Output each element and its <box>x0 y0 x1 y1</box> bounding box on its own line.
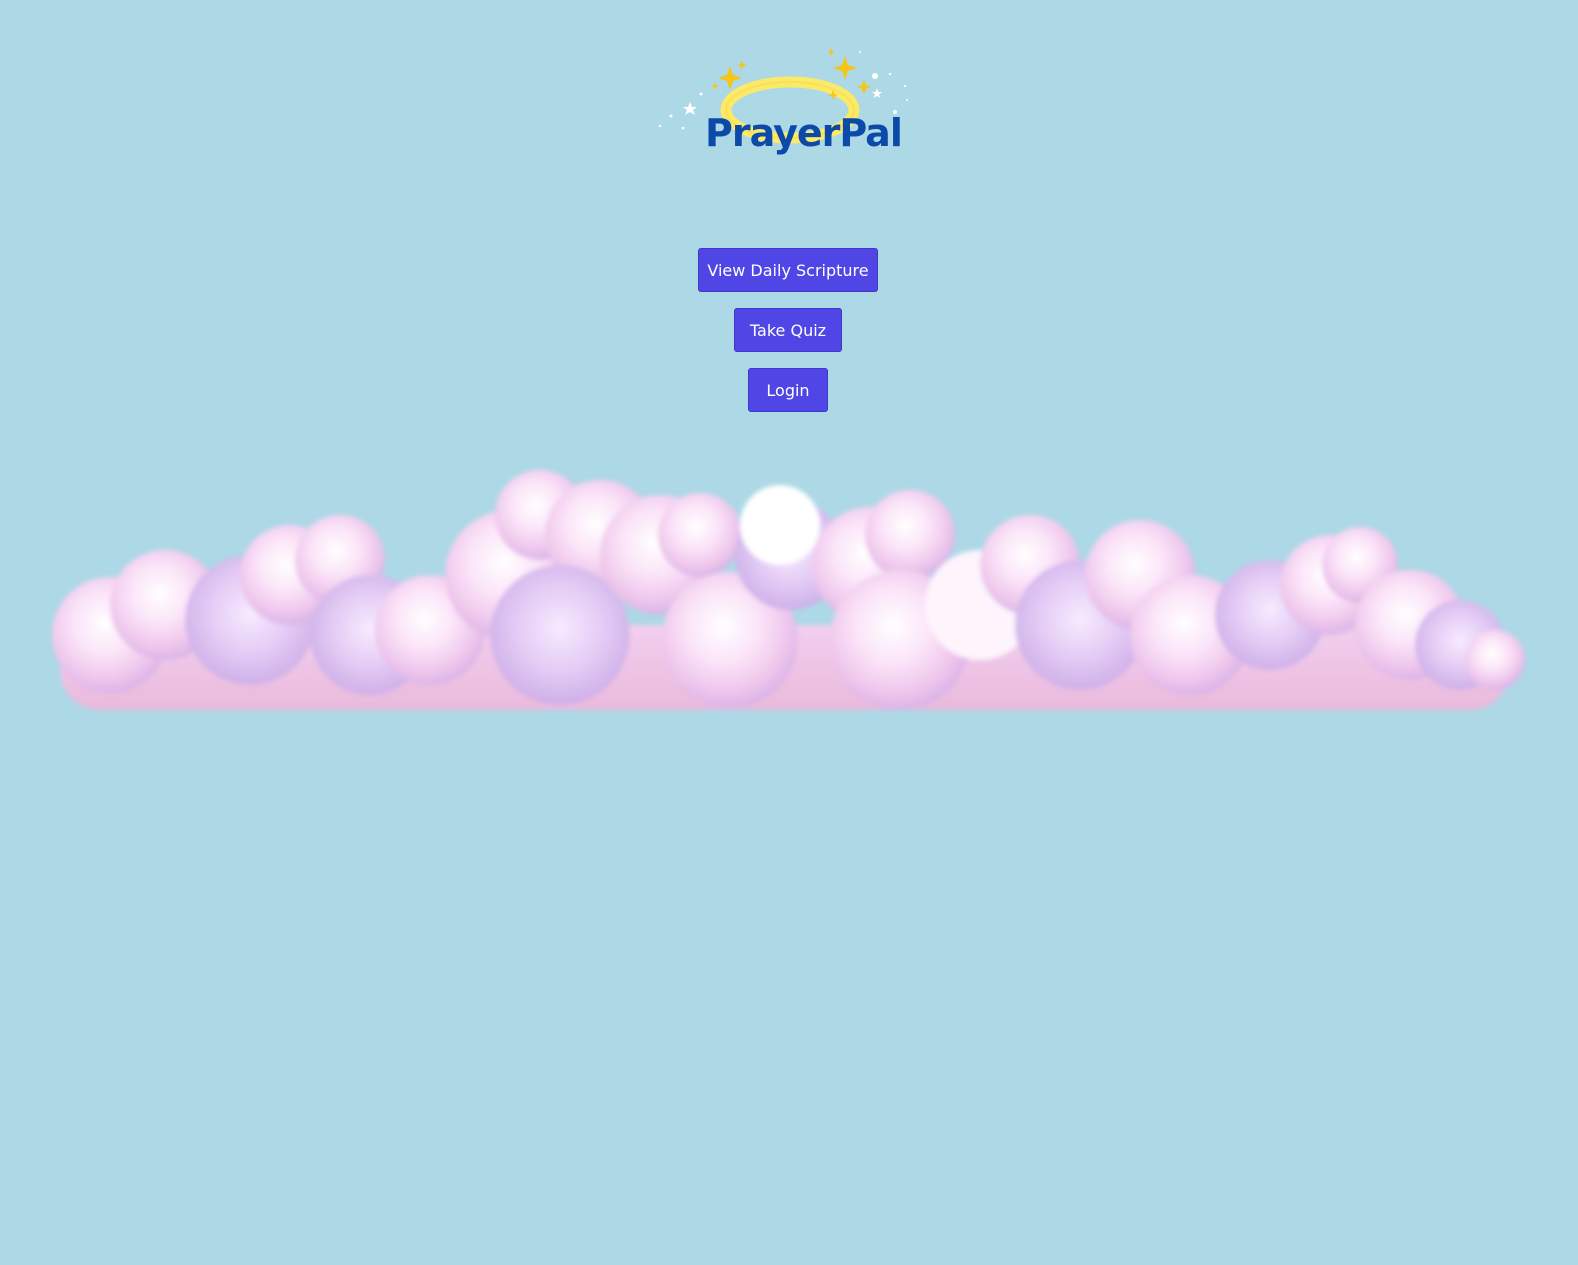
login-button[interactable]: Login <box>748 368 828 412</box>
take-quiz-button[interactable]: Take Quiz <box>734 308 842 352</box>
pink-clouds-illustration <box>40 455 1530 745</box>
page: PrayerPal View Daily Scripture Take Quiz… <box>0 0 1578 1265</box>
logo-text: PrayerPal <box>705 111 903 155</box>
prayerpal-logo: PrayerPal <box>655 42 915 167</box>
view-daily-scripture-button[interactable]: View Daily Scripture <box>698 248 878 292</box>
